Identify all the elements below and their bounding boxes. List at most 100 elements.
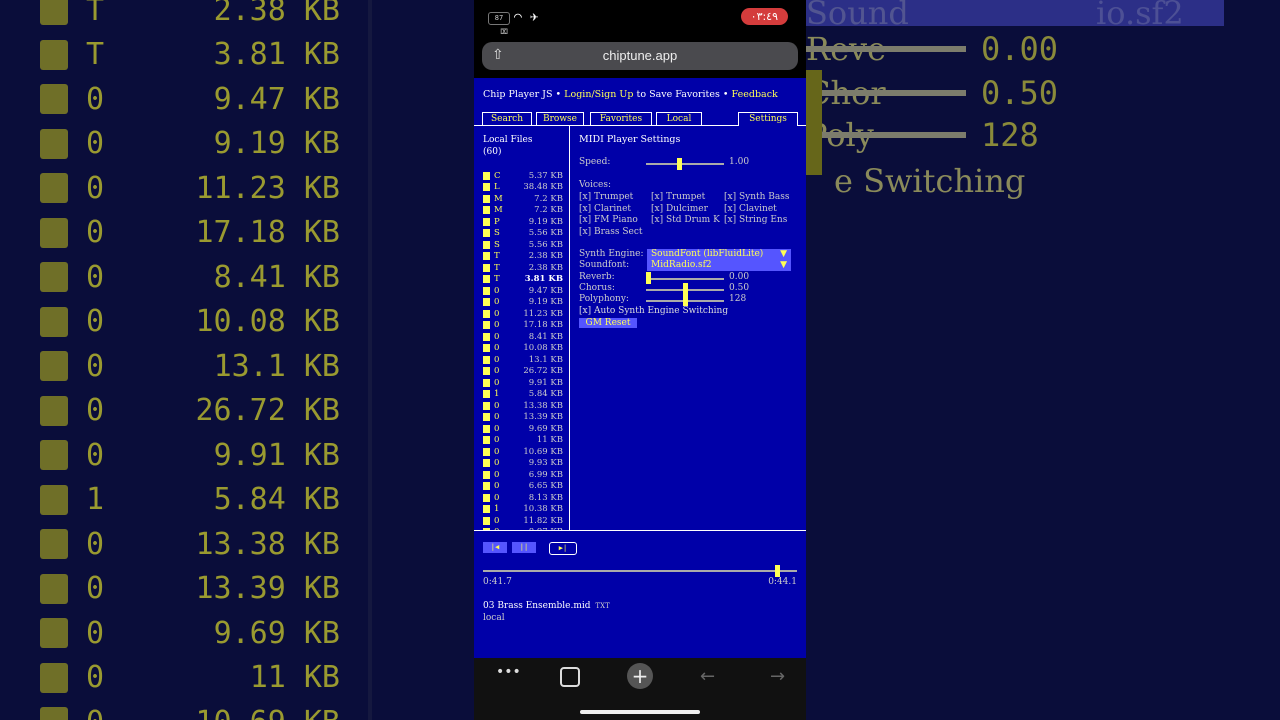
trash-icon[interactable] [483, 309, 490, 318]
tab-favorites[interactable]: Favorites [590, 112, 652, 125]
trash-icon[interactable] [483, 516, 490, 525]
file-row[interactable]: L 38.48 KB [483, 182, 563, 194]
tab-local[interactable]: Local [656, 112, 702, 125]
file-row[interactable]: 0 13.39 KB [483, 412, 563, 424]
file-row[interactable]: T 2.38 KB [483, 262, 563, 274]
trash-icon[interactable] [483, 390, 490, 399]
new-tab-button[interactable]: + [627, 663, 653, 689]
trash-icon[interactable] [483, 171, 490, 180]
tab-search[interactable]: Search [482, 112, 532, 125]
file-row[interactable]: 1 5.84 KB [483, 389, 563, 401]
trash-icon[interactable] [483, 229, 490, 238]
file-row[interactable]: 0 9.91 KB [483, 377, 563, 389]
file-row[interactable]: M 7.2 KB [483, 193, 563, 205]
synth-engine-select[interactable]: SoundFont (libFluidLite) ▼ [647, 249, 791, 260]
file-row[interactable]: 1 10.38 KB [483, 504, 563, 516]
trash-icon[interactable] [483, 447, 490, 456]
file-row[interactable]: 0 10.69 KB [483, 446, 563, 458]
speed-slider-knob[interactable] [676, 158, 682, 170]
trash-icon[interactable] [483, 252, 490, 261]
trash-icon[interactable] [483, 401, 490, 410]
file-row[interactable]: 0 17.18 KB [483, 320, 563, 332]
trash-icon[interactable] [483, 424, 490, 433]
voice-checkbox[interactable]: [x] Trumpet [651, 192, 705, 202]
polyphony-slider-knob[interactable] [682, 294, 688, 306]
trash-icon[interactable] [483, 413, 490, 422]
trash-icon[interactable] [483, 298, 490, 307]
voice-checkbox[interactable]: [x] Synth Bass [724, 192, 790, 202]
trash-icon[interactable] [483, 436, 490, 445]
feedback-link[interactable]: Feedback [732, 89, 778, 100]
trash-icon[interactable] [483, 459, 490, 468]
file-row[interactable]: 0 9.19 KB [483, 297, 563, 309]
soundfont-select[interactable]: MidRadio.sf2 ▼ [647, 260, 791, 271]
tab-browse[interactable]: Browse [536, 112, 584, 125]
trash-icon[interactable] [483, 344, 490, 353]
file-row[interactable]: 0 9.69 KB [483, 423, 563, 435]
file-row[interactable]: 0 26.72 KB [483, 366, 563, 378]
voice-checkbox[interactable]: [x] Std Drum K [651, 215, 720, 225]
trash-icon[interactable] [483, 470, 490, 479]
seek-bar[interactable] [483, 570, 797, 572]
trash-icon[interactable] [483, 206, 490, 215]
voice-checkbox[interactable]: [x] Brass Sect [579, 227, 643, 237]
prev-button[interactable]: |◀ [483, 542, 507, 553]
trash-icon[interactable] [483, 183, 490, 192]
speed-slider[interactable] [646, 163, 724, 165]
url-bar[interactable]: ⇧ chiptune.app [482, 42, 798, 70]
trash-icon[interactable] [483, 217, 490, 226]
file-row[interactable]: T 2.38 KB [483, 251, 563, 263]
back-arrow-icon[interactable]: ← [700, 666, 715, 687]
reverb-slider[interactable] [646, 278, 724, 280]
trash-icon[interactable] [483, 286, 490, 295]
trash-icon[interactable] [483, 355, 490, 364]
file-row[interactable]: P 9.19 KB [483, 216, 563, 228]
file-row[interactable]: S 5.56 KB [483, 239, 563, 251]
file-row[interactable]: 0 8.13 KB [483, 492, 563, 504]
tab-settings[interactable]: Settings [738, 112, 798, 126]
file-row[interactable]: 0 10.08 KB [483, 343, 563, 355]
voice-checkbox[interactable]: [x] Dulcimer [651, 204, 708, 214]
file-row[interactable]: 0 9.47 KB [483, 285, 563, 297]
url-text[interactable]: chiptune.app [482, 48, 798, 63]
trash-icon[interactable] [483, 378, 490, 387]
auto-switch-checkbox[interactable]: [x] Auto Synth Engine Switching [579, 306, 728, 316]
pause-button[interactable]: || [512, 542, 536, 553]
trash-icon[interactable] [483, 332, 490, 341]
more-icon[interactable]: ••• [496, 664, 521, 680]
file-row[interactable]: 0 13.1 KB [483, 354, 563, 366]
file-row[interactable]: 0 13.38 KB [483, 400, 563, 412]
trash-icon[interactable] [483, 275, 490, 284]
reverb-slider-knob[interactable] [646, 272, 651, 284]
voice-checkbox[interactable]: [x] String Ens [724, 215, 787, 225]
file-row[interactable]: 0 8.41 KB [483, 331, 563, 343]
file-row[interactable]: 0 11.23 KB [483, 308, 563, 320]
trash-icon[interactable] [483, 240, 490, 249]
voice-checkbox[interactable]: [x] Trumpet [579, 192, 633, 202]
file-row[interactable]: 0 6.99 KB [483, 469, 563, 481]
trash-icon[interactable] [483, 321, 490, 330]
file-row[interactable]: 0 9.93 KB [483, 458, 563, 470]
voice-checkbox[interactable]: [x] FM Piano [579, 215, 638, 225]
forward-arrow-icon[interactable]: → [770, 666, 785, 687]
voice-checkbox[interactable]: [x] Clarinet [579, 204, 631, 214]
trash-icon[interactable] [483, 194, 490, 203]
trash-icon[interactable] [483, 505, 490, 514]
file-row[interactable]: 0 6.65 KB [483, 481, 563, 493]
trash-icon[interactable] [483, 493, 490, 502]
file-row[interactable]: S 5.56 KB [483, 228, 563, 240]
gm-reset-button[interactable]: GM Reset [579, 318, 637, 328]
next-button[interactable]: ▶| [549, 542, 577, 555]
file-row[interactable]: 0 11 KB [483, 435, 563, 447]
seek-knob[interactable] [775, 565, 780, 577]
file-row[interactable]: C 5.37 KB [483, 170, 563, 182]
tabs-icon[interactable] [560, 667, 580, 687]
trash-icon[interactable] [483, 263, 490, 272]
file-row[interactable]: T 3.81 KB [483, 274, 563, 286]
file-row[interactable]: M 7.2 KB [483, 205, 563, 217]
file-row[interactable]: 0 11.82 KB [483, 515, 563, 527]
trash-icon[interactable] [483, 482, 490, 491]
voice-checkbox[interactable]: [x] Clavinet [724, 204, 777, 214]
login-link[interactable]: Login/Sign Up [564, 89, 633, 100]
trash-icon[interactable] [483, 367, 490, 376]
